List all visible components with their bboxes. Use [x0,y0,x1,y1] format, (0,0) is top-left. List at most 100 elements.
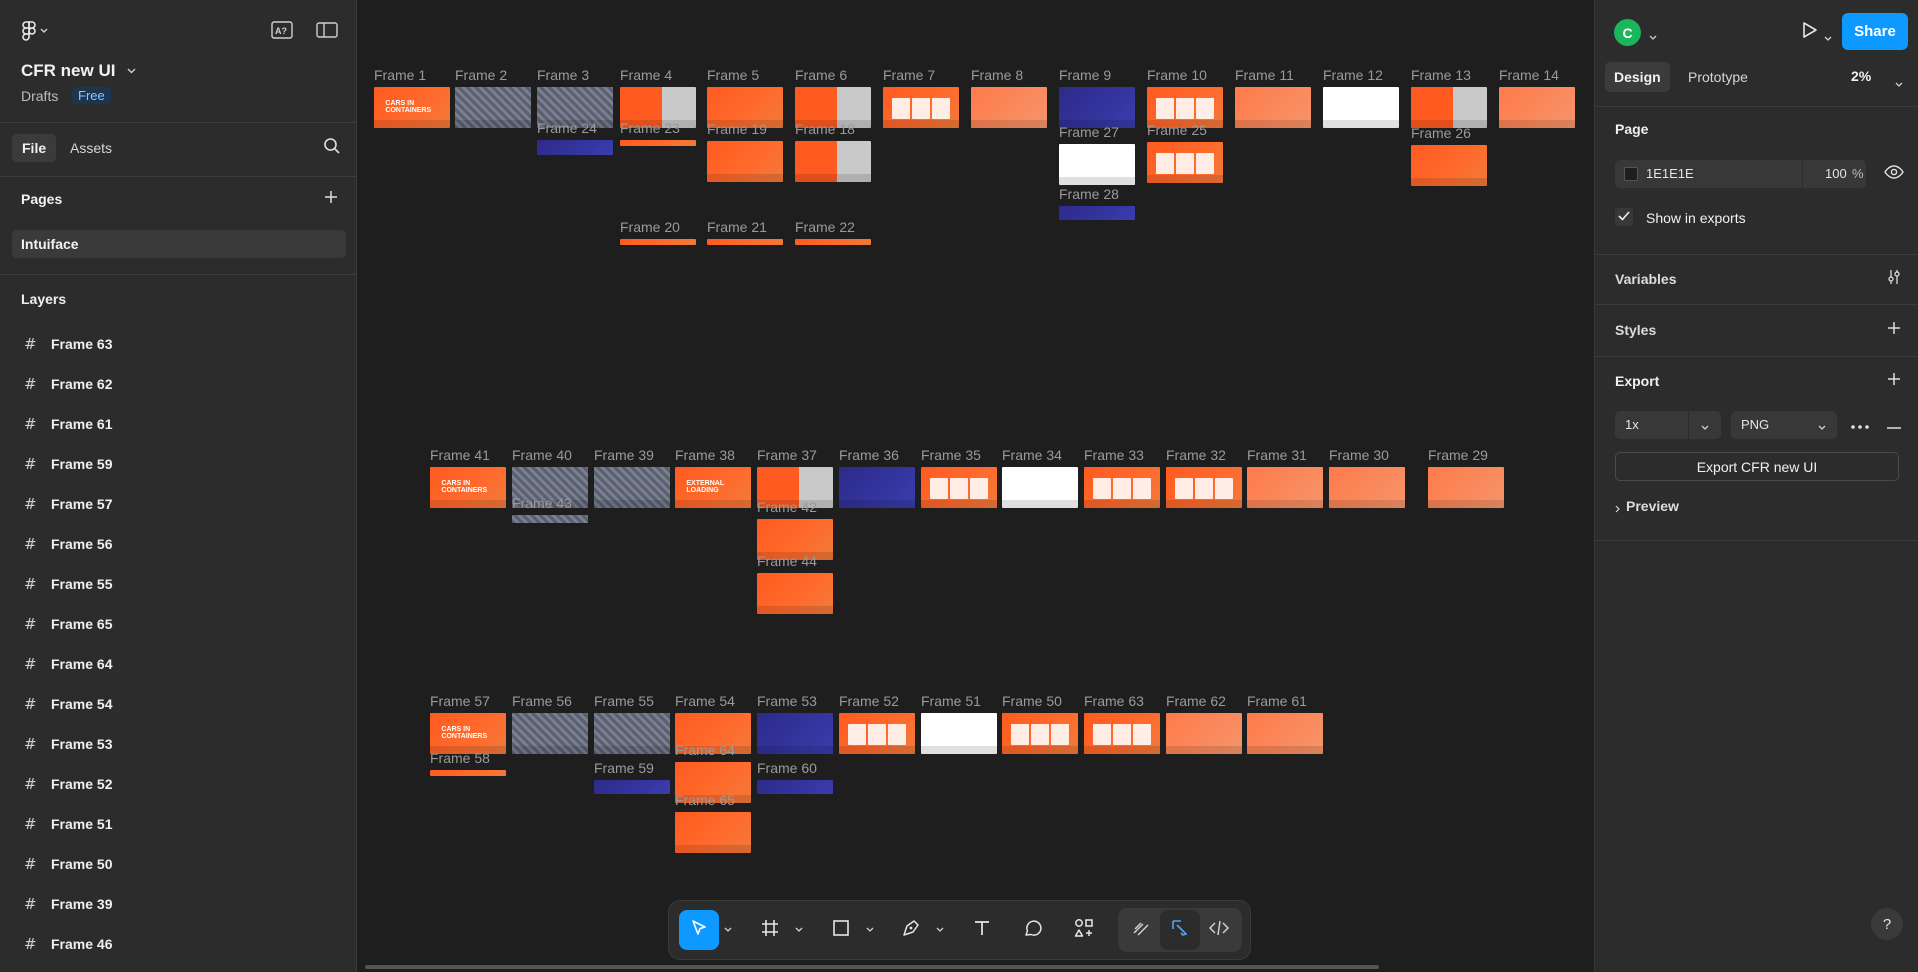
layer-item[interactable]: # Frame 59 [0,444,357,484]
canvas-frame-frame-8[interactable]: Frame 8 [971,67,1047,128]
frame-thumbnail[interactable] [1166,713,1242,754]
frame-label[interactable]: Frame 28 [1059,186,1119,202]
remove-export-button[interactable] [1880,411,1908,439]
frame-label[interactable]: Frame 30 [1329,447,1389,463]
frame-thumbnail[interactable] [921,713,997,754]
canvas-frame-frame-19[interactable]: Frame 19 [707,121,783,182]
layer-item[interactable]: # Frame 53 [0,724,357,764]
pen-tool-button[interactable] [891,910,931,950]
layer-item[interactable]: # Frame 52 [0,764,357,804]
canvas-frame-frame-58[interactable]: Frame 58 [430,750,506,776]
page-background-field[interactable]: 1E1E1E 100 % [1615,160,1866,188]
frame-label[interactable]: Frame 9 [1059,67,1111,83]
frame-thumbnail[interactable] [795,141,871,182]
canvas-frame-frame-59[interactable]: Frame 59 [594,760,670,794]
page-item-intuiface[interactable]: Intuiface [12,230,346,258]
preview-toggle[interactable]: Preview [1626,498,1679,514]
frame-label[interactable]: Frame 22 [795,219,855,235]
frame-thumbnail[interactable] [883,87,959,128]
frame-label[interactable]: Frame 24 [537,120,597,136]
project-name[interactable]: CFR new UI [21,61,115,81]
canvas-frame-frame-11[interactable]: Frame 11 [1235,67,1311,128]
frame-label[interactable]: Frame 60 [757,760,817,776]
text-tool-button[interactable] [962,910,1002,950]
frame-thumbnail[interactable] [512,515,588,523]
frame-label[interactable]: Frame 59 [594,760,654,776]
chevron-down-icon[interactable] [724,924,732,935]
frame-thumbnail[interactable] [1002,467,1078,508]
canvas-frame-frame-26[interactable]: Frame 26 [1411,125,1487,186]
frame-label[interactable]: Frame 14 [1499,67,1559,83]
layer-item[interactable]: # Frame 56 [0,524,357,564]
actions-button[interactable] [1064,910,1104,950]
canvas[interactable]: Frame 1 CARS IN CONTAINERS Frame 2 Frame 3 F… [358,0,1594,972]
present-button[interactable] [1796,18,1824,46]
frame-thumbnail[interactable] [675,812,751,853]
frame-label[interactable]: Frame 50 [1002,693,1062,709]
toggle-sidebar-button[interactable] [313,18,341,46]
frame-label[interactable]: Frame 44 [757,553,817,569]
canvas-frame-frame-9[interactable]: Frame 9 [1059,67,1135,128]
frame-label[interactable]: Frame 6 [795,67,847,83]
frame-label[interactable]: Frame 61 [1247,693,1307,709]
frame-label[interactable]: Frame 39 [594,447,654,463]
canvas-frame-frame-60[interactable]: Frame 60 [757,760,833,794]
canvas-frame-frame-39[interactable]: Frame 39 [594,447,670,508]
frame-label[interactable]: Frame 37 [757,447,817,463]
frame-label[interactable]: Frame 41 [430,447,490,463]
color-swatch[interactable] [1624,167,1638,181]
frame-thumbnail[interactable] [1428,467,1504,508]
frame-thumbnail[interactable] [455,87,531,128]
canvas-frame-frame-23[interactable]: Frame 23 [620,120,696,146]
frame-thumbnail[interactable]: CARS IN CONTAINERS [430,713,506,754]
layer-item[interactable]: # Frame 50 [0,844,357,884]
frame-thumbnail[interactable] [707,141,783,182]
canvas-frame-frame-63[interactable]: Frame 63 [1084,693,1160,754]
shape-tool-button[interactable] [821,910,861,950]
frame-label[interactable]: Frame 40 [512,447,572,463]
frame-label[interactable]: Frame 65 [675,792,735,808]
frame-thumbnail[interactable] [537,140,613,155]
help-button[interactable]: ? [1871,908,1903,940]
layer-item[interactable]: # Frame 57 [0,484,357,524]
frame-label[interactable]: Frame 20 [620,219,680,235]
canvas-frame-frame-18[interactable]: Frame 18 [795,121,871,182]
frame-label[interactable]: Frame 43 [512,495,572,511]
layer-item[interactable]: # Frame 62 [0,364,357,404]
canvas-frame-frame-42[interactable]: Frame 42 [757,499,833,560]
canvas-frame-frame-29[interactable]: Frame 29 [1428,447,1504,508]
frame-thumbnail[interactable] [1002,713,1078,754]
frame-thumbnail[interactable] [512,713,588,754]
frame-label[interactable]: Frame 62 [1166,693,1226,709]
canvas-frame-frame-22[interactable]: Frame 22 [795,219,871,245]
add-page-button[interactable] [317,185,345,213]
frame-thumbnail[interactable]: CARS IN CONTAINERS [430,467,506,508]
color-hex-value[interactable]: 1E1E1E [1646,166,1694,181]
frame-label[interactable]: Frame 2 [455,67,507,83]
canvas-frame-frame-65[interactable]: Frame 65 [675,792,751,853]
frame-label[interactable]: Frame 42 [757,499,817,515]
canvas-frame-frame-12[interactable]: Frame 12 [1323,67,1399,128]
canvas-frame-frame-36[interactable]: Frame 36 [839,447,915,508]
canvas-frame-frame-55[interactable]: Frame 55 [594,693,670,754]
export-button[interactable]: Export CFR new UI [1615,452,1899,481]
canvas-frame-frame-6[interactable]: Frame 6 [795,67,871,128]
frame-thumbnail[interactable]: EXTERNAL LOADING [675,467,751,508]
frame-thumbnail[interactable] [757,713,833,754]
canvas-frame-frame-52[interactable]: Frame 52 [839,693,915,754]
chevron-down-icon[interactable] [936,924,944,935]
frame-label[interactable]: Frame 18 [795,121,855,137]
frame-thumbnail[interactable] [594,713,670,754]
canvas-frame-frame-28[interactable]: Frame 28 [1059,186,1135,220]
canvas-frame-frame-4[interactable]: Frame 4 [620,67,696,128]
avatar[interactable]: C [1614,19,1641,46]
frame-label[interactable]: Frame 27 [1059,124,1119,140]
frame-thumbnail[interactable] [1084,467,1160,508]
layer-item[interactable]: # Frame 39 [0,884,357,924]
frame-label[interactable]: Frame 56 [512,693,572,709]
zoom-level[interactable]: 2% [1851,68,1871,84]
canvas-frame-frame-38[interactable]: Frame 38 EXTERNAL LOADING [675,447,751,508]
frame-label[interactable]: Frame 53 [757,693,817,709]
frame-thumbnail[interactable] [795,239,871,245]
frame-label[interactable]: Frame 52 [839,693,899,709]
